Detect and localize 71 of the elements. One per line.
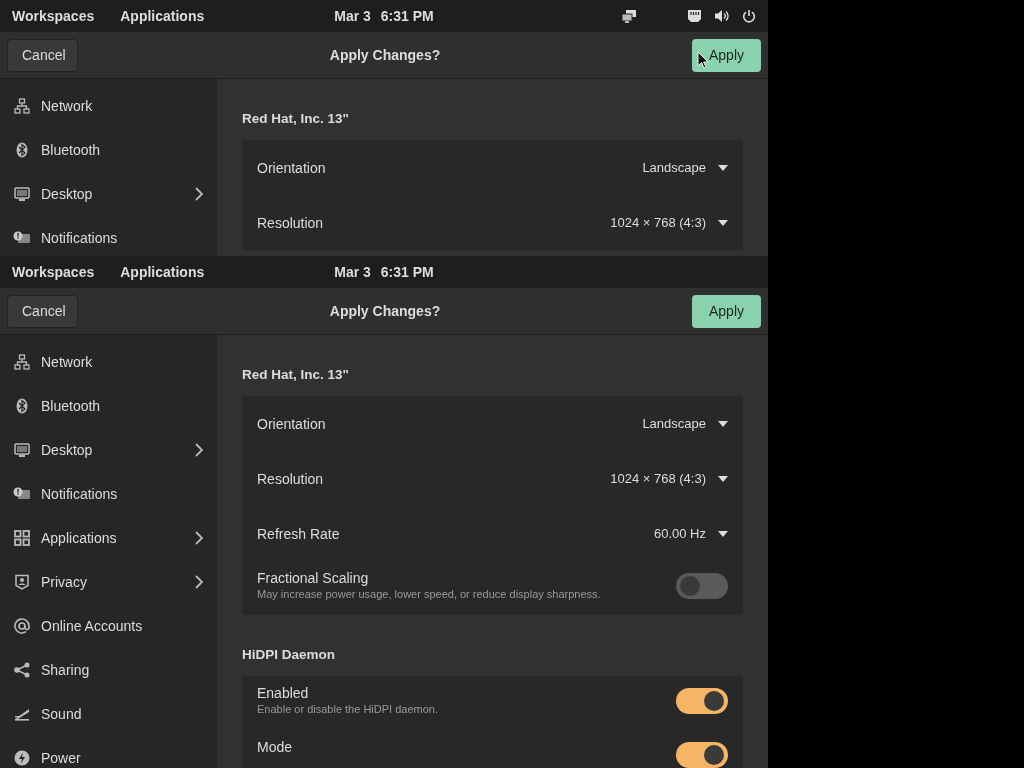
dropdown[interactable]: 1024 × 768 (4:3) <box>610 215 728 230</box>
toggle-switch[interactable] <box>676 742 728 768</box>
applications-button[interactable]: Applications <box>120 8 205 24</box>
sidebar-item[interactable]: Notifications <box>0 216 217 256</box>
ethernet-icon[interactable] <box>687 9 702 23</box>
setting-description: Enable or disable the HiDPI daemon. <box>257 703 439 715</box>
sidebar-item[interactable]: Applications <box>0 516 217 560</box>
time-text: 6:31 PM <box>380 264 434 280</box>
monitor-icon <box>13 442 30 458</box>
setting-label: Refresh Rate <box>257 525 341 542</box>
dialog-title: Apply Changes? <box>328 47 442 63</box>
dropdown-arrow-icon <box>718 530 728 537</box>
section-title: Red Hat, Inc. 13" <box>242 111 350 126</box>
cancel-button[interactable]: Cancel <box>7 38 78 72</box>
setting-label: Enabled <box>257 685 310 701</box>
sidebar-item[interactable]: Sharing <box>0 648 217 692</box>
sidebar-item[interactable]: Power <box>0 736 217 768</box>
section-title: Red Hat, Inc. 13" <box>242 367 350 382</box>
dropdown-arrow-icon <box>718 164 728 171</box>
dialog-title: Apply Changes? <box>328 303 442 319</box>
sidebar-item[interactable]: Desktop <box>0 428 217 472</box>
workspaces-button[interactable]: Workspaces <box>12 264 95 280</box>
applications-button[interactable]: Applications <box>120 264 205 280</box>
sound-icon <box>13 707 30 721</box>
toggle-switch[interactable] <box>676 688 728 714</box>
sidebar-item[interactable]: Bluetooth <box>0 384 217 428</box>
dropdown-arrow-icon <box>718 219 728 226</box>
toggle-switch[interactable] <box>676 573 728 599</box>
sidebar-item[interactable]: Sound <box>0 692 217 736</box>
apply-button[interactable]: Apply <box>692 38 761 72</box>
setting-label: Orientation <box>257 415 327 432</box>
network-icon <box>13 354 30 370</box>
dropdown-arrow-icon <box>718 475 728 482</box>
power-icon[interactable] <box>742 9 756 23</box>
share-icon <box>13 662 30 678</box>
sidebar-item[interactable]: Bluetooth <box>0 128 217 172</box>
setting-label: Resolution <box>257 214 325 231</box>
sidebar-item[interactable]: Network <box>0 340 217 384</box>
bluetooth-icon <box>15 142 28 158</box>
setting-description: May increase power usage, lower speed, or reduce display sharpness. <box>257 588 602 600</box>
sidebar-item[interactable]: Notifications <box>0 472 217 516</box>
time-text: 6:31 PM <box>380 8 434 24</box>
notification-icon <box>13 487 30 501</box>
volume-icon[interactable] <box>714 9 730 23</box>
workspaces-button[interactable]: Workspaces <box>12 8 95 24</box>
at-sign-icon <box>13 618 30 634</box>
network-icon <box>13 98 30 114</box>
dropdown[interactable]: Landscape <box>642 416 728 431</box>
section-title: HiDPI Daemon <box>242 647 337 662</box>
bluetooth-icon <box>15 398 28 414</box>
dropdown[interactable]: Landscape <box>642 160 728 175</box>
apply-button[interactable]: Apply <box>692 294 761 328</box>
shield-person-icon <box>13 574 30 590</box>
dropdown[interactable]: 60.00 Hz <box>653 526 728 541</box>
cancel-button[interactable]: Cancel <box>7 294 78 328</box>
setting-label: Orientation <box>257 159 327 176</box>
notification-icon <box>13 231 30 245</box>
dropdown-arrow-icon <box>718 420 728 427</box>
setting-label: Resolution <box>257 470 325 487</box>
monitor-icon <box>13 186 30 202</box>
dropdown[interactable]: 1024 × 768 (4:3) <box>610 471 728 486</box>
date-text: Mar 3 <box>334 264 371 280</box>
setting-label: Mode <box>257 739 294 755</box>
setting-label: Fractional Scaling <box>257 570 370 586</box>
sidebar-item[interactable]: Online Accounts <box>0 604 217 648</box>
sidebar-item[interactable]: Desktop <box>0 172 217 216</box>
sidebar-item[interactable]: Network <box>0 84 217 128</box>
apps-grid-icon <box>13 530 30 546</box>
displays-icon[interactable] <box>621 9 637 23</box>
sidebar-item[interactable]: Privacy <box>0 560 217 604</box>
date-text: Mar 3 <box>334 8 371 24</box>
